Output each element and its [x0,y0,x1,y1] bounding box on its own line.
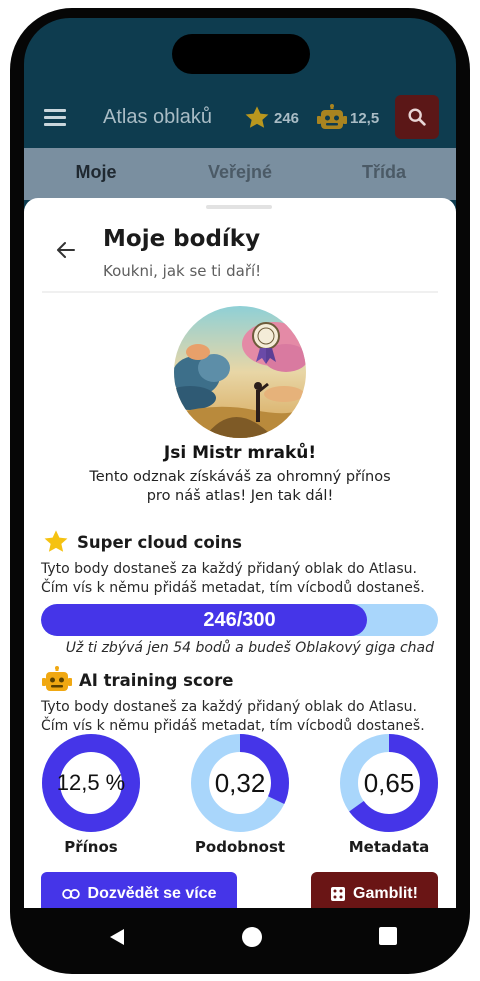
star-icon [245,106,269,128]
ring-metadata-label: Metadata [348,838,430,856]
sheet-subtitle: Koukni, jak se ti daří! [103,262,262,280]
robot-icon [42,666,72,691]
ai-description: Tyto body dostaneš za každý přidaný obla… [41,699,425,734]
ring-prinos: 12,5 % [41,733,141,833]
coins-heading-label: Super cloud coins [77,532,242,552]
sheet-drag-handle[interactable] [206,205,272,209]
dice-icon [331,887,346,901]
ring-metadata-value: 0,65 [363,768,415,798]
gamble-button[interactable]: Gamblit! [311,872,438,908]
tab-trida[interactable]: Třída [312,148,456,200]
nav-recents-icon[interactable] [379,927,397,945]
coins-heading: Super cloud coins [41,528,242,556]
ai-heading-label: AI training score [79,670,234,690]
nav-back-icon[interactable] [107,927,127,947]
divider [42,291,438,293]
app-title: Atlas oblaků [103,106,212,128]
ai-score: 12,5 [350,109,380,127]
nav-home-icon[interactable] [242,927,262,947]
star-count: 246 [274,109,300,127]
points-sheet: Moje bodíky Koukni, jak se ti daří! Jsi … [24,198,456,908]
coins-progress-note: Už ti zbývá jen 54 bodů a budeš Oblakový… [65,640,434,656]
app-bar: Atlas oblaků 246 12,5 [24,90,456,148]
ring-prinos-value: 12,5 % [56,770,126,795]
search-icon [408,108,426,126]
ring-podobnost: 0,32 [190,733,290,833]
ring-metadata: 0,65 [339,733,439,833]
coins-description: Tyto body dostaneš za každý přidaný obla… [41,561,425,596]
tab-verejne[interactable]: Veřejné [168,148,312,200]
coins-progress-bar: 246/300 [41,604,438,636]
app-screen: Atlas oblaků 246 12,5 Moje Veřejné Třída… [24,18,456,908]
ring-podobnost-value: 0,32 [214,768,266,798]
gamble-label: Gamblit! [353,885,418,902]
badge-description: Tento odznak získáváš za ohromný přínos … [89,469,391,504]
sheet-title: Moje bodíky [103,226,261,252]
coins-progress-label: 246/300 [203,609,276,631]
back-arrow-icon[interactable] [54,238,78,262]
link-icon [61,888,80,900]
camera-notch [172,34,310,74]
ring-podobnost-label: Podobnost [194,838,286,856]
robot-icon [317,104,347,129]
tab-moje[interactable]: Moje [24,148,168,200]
search-button[interactable] [395,95,439,139]
ai-score-counter: 12,5 [316,104,379,132]
menu-icon[interactable] [44,109,66,127]
ring-prinos-label: Přínos [64,838,118,856]
badge-image [174,306,306,438]
system-nav-bar [10,908,470,968]
ai-heading: AI training score [41,666,233,694]
star-icon [44,530,68,552]
learn-more-label: Dozvědět se více [87,885,217,902]
tab-bar: Moje Veřejné Třída [24,148,456,200]
badge-title: Jsi Mistr mraků! [163,443,317,463]
learn-more-button[interactable]: Dozvědět se více [41,872,237,908]
star-counter: 246 [242,104,299,132]
